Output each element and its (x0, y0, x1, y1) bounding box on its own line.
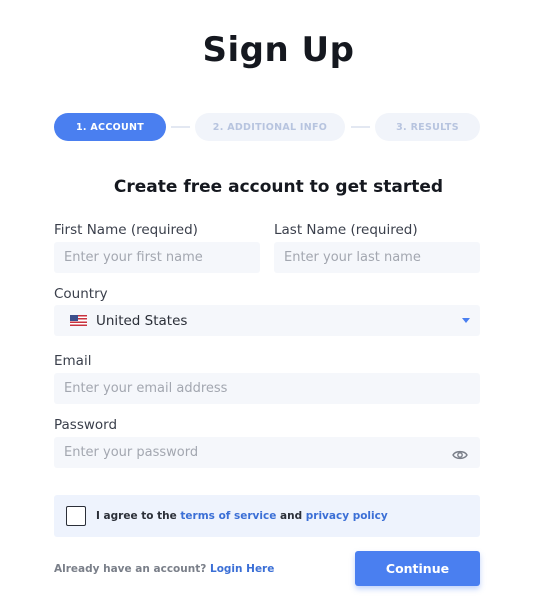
step-account[interactable]: 1. Account (54, 113, 166, 141)
first-name-input[interactable] (54, 242, 260, 273)
page-title: Sign Up (202, 30, 355, 70)
step-additional-info[interactable]: 2. Additional Info (195, 113, 345, 141)
step-results[interactable]: 3. Results (375, 113, 480, 141)
already-have-account-text: Already have an account? (54, 563, 207, 575)
step-connector (171, 126, 190, 128)
agreement-prefix: I agree to the (96, 510, 177, 522)
login-prompt: Already have an account? Login Here (54, 563, 274, 575)
continue-button[interactable]: Continue (355, 551, 480, 586)
password-label: Password (54, 417, 118, 433)
country-label: Country (54, 286, 108, 302)
progress-steps: 1. Account 2. Additional Info 3. Results (54, 113, 480, 141)
password-input[interactable] (54, 437, 480, 468)
form-subtitle: Create free account to get started (113, 177, 444, 197)
eye-icon[interactable] (452, 446, 468, 460)
terms-agreement: I agree to the terms of service and priv… (54, 495, 480, 537)
agreement-text: I agree to the terms of service and priv… (96, 510, 388, 522)
login-link[interactable]: Login Here (210, 563, 274, 575)
agree-checkbox[interactable] (66, 506, 86, 526)
caret-down-icon (462, 318, 470, 323)
country-selected-value: United States (96, 312, 188, 329)
email-label: Email (54, 353, 92, 369)
us-flag-icon (70, 315, 87, 326)
last-name-label: Last Name (required) (274, 222, 418, 238)
step-connector (351, 126, 370, 128)
country-select[interactable]: United States (54, 305, 480, 336)
first-name-label: First Name (required) (54, 222, 198, 238)
privacy-policy-link[interactable]: privacy policy (306, 510, 388, 522)
terms-of-service-link[interactable]: terms of service (180, 510, 276, 522)
last-name-input[interactable] (274, 242, 480, 273)
agreement-and: and (280, 510, 303, 522)
email-input[interactable] (54, 373, 480, 404)
